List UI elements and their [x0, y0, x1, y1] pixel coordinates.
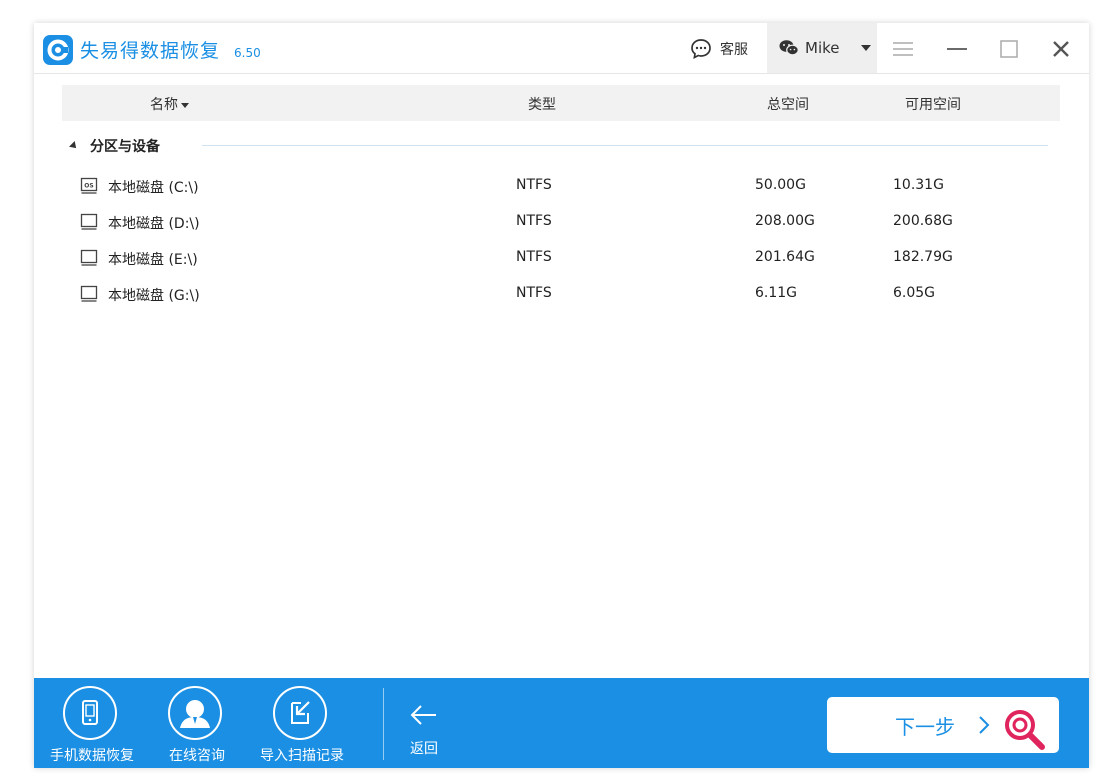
table-row[interactable]: OS 本地磁盘 (C:\) NTFS 50.00G 10.31G — [80, 168, 1050, 204]
group-label: 分区与设备 — [90, 139, 160, 155]
app-title: 失易得数据恢复 — [80, 40, 221, 62]
row-free: 10.31G — [893, 177, 944, 193]
row-free: 182.79G — [893, 249, 953, 265]
table-row[interactable]: 本地磁盘 (G:\) NTFS 6.11G 6.05G — [80, 276, 1050, 312]
maximize-button[interactable] — [995, 35, 1023, 63]
drive-icon — [80, 249, 98, 266]
row-type: NTFS — [516, 213, 552, 229]
svg-text:OS: OS — [84, 183, 93, 190]
row-name: 本地磁盘 (E:\) — [108, 252, 198, 268]
back-label: 返回 — [410, 741, 438, 757]
row-total: 50.00G — [755, 177, 806, 193]
app-logo-icon — [43, 35, 73, 65]
phone-icon — [82, 700, 98, 725]
row-name: 本地磁盘 (G:\) — [108, 288, 200, 304]
os-drive-icon: OS — [80, 177, 98, 194]
online-consult-button[interactable]: 在线咨询 — [151, 678, 243, 768]
row-type: NTFS — [516, 285, 552, 301]
drive-icon — [80, 213, 98, 230]
row-free: 6.05G — [893, 285, 936, 301]
user-account-dropdown[interactable]: Mike — [767, 23, 877, 73]
maximize-icon — [1000, 40, 1018, 58]
online-consult-circle — [168, 686, 222, 740]
minimize-button[interactable] — [943, 35, 971, 63]
person-icon — [180, 700, 210, 728]
close-icon — [1053, 41, 1069, 57]
arrow-left-icon — [410, 705, 436, 725]
chevron-right-icon — [979, 716, 990, 734]
toolbar-divider — [383, 688, 384, 760]
phone-recovery-circle — [63, 686, 117, 740]
import-scan-circle — [273, 686, 327, 740]
row-total: 201.64G — [755, 249, 815, 265]
row-type: NTFS — [516, 177, 552, 193]
column-header-free[interactable]: 可用空间 — [905, 94, 961, 114]
import-scan-label: 导入扫描记录 — [260, 748, 344, 764]
group-divider — [202, 145, 1048, 146]
bottom-toolbar: 手机数据恢复 在线咨询 导入扫描记录 返回 下一步 — [34, 678, 1089, 768]
online-consult-label: 在线咨询 — [169, 748, 225, 764]
table-row[interactable]: 本地磁盘 (E:\) NTFS 201.64G 182.79G — [80, 240, 1050, 276]
next-step-label: 下一步 — [895, 714, 955, 739]
table-row[interactable]: 本地磁盘 (D:\) NTFS 208.00G 200.68G — [80, 204, 1050, 240]
support-label: 客服 — [720, 42, 748, 58]
row-name: 本地磁盘 (C:\) — [108, 180, 199, 196]
row-total: 208.00G — [755, 213, 815, 229]
phone-recovery-label: 手机数据恢复 — [50, 748, 134, 764]
caret-down-icon[interactable] — [861, 45, 871, 51]
row-name: 本地磁盘 (D:\) — [108, 216, 200, 232]
column-header-name[interactable]: 名称 — [150, 94, 189, 114]
import-icon — [291, 701, 310, 724]
support-button[interactable]: 客服 — [690, 37, 748, 61]
row-type: NTFS — [516, 249, 552, 265]
wechat-icon — [779, 40, 799, 56]
user-name: Mike — [805, 39, 840, 57]
import-scan-record-button[interactable]: 导入扫描记录 — [256, 678, 348, 768]
collapse-triangle-icon[interactable] — [69, 141, 79, 151]
drive-icon — [80, 285, 98, 302]
app-window: 失易得数据恢复 6.50 客服 Mike 名称 类型 总空间 可用空间 分区与设… — [34, 23, 1089, 768]
menu-button[interactable] — [889, 35, 917, 63]
phone-recovery-button[interactable]: 手机数据恢复 — [46, 678, 138, 768]
app-version: 6.50 — [234, 46, 261, 60]
row-total: 6.11G — [755, 285, 798, 301]
column-header-total[interactable]: 总空间 — [767, 94, 809, 114]
column-header-type[interactable]: 类型 — [528, 94, 556, 114]
magnifier-icon — [1005, 710, 1045, 750]
table-header: 名称 类型 总空间 可用空间 — [62, 85, 1060, 121]
sort-caret-icon — [181, 102, 189, 108]
group-partitions-devices[interactable]: 分区与设备 — [69, 136, 160, 156]
menu-icon — [893, 42, 913, 56]
title-bar: 失易得数据恢复 6.50 客服 Mike — [34, 23, 1089, 74]
zoom-magnifier[interactable] — [1000, 705, 1048, 757]
minimize-icon — [947, 48, 967, 50]
close-button[interactable] — [1047, 35, 1075, 63]
row-free: 200.68G — [893, 213, 953, 229]
column-header-name-label: 名称 — [150, 97, 178, 113]
chat-bubble-icon — [691, 39, 711, 60]
back-button[interactable]: 返回 — [404, 700, 444, 760]
